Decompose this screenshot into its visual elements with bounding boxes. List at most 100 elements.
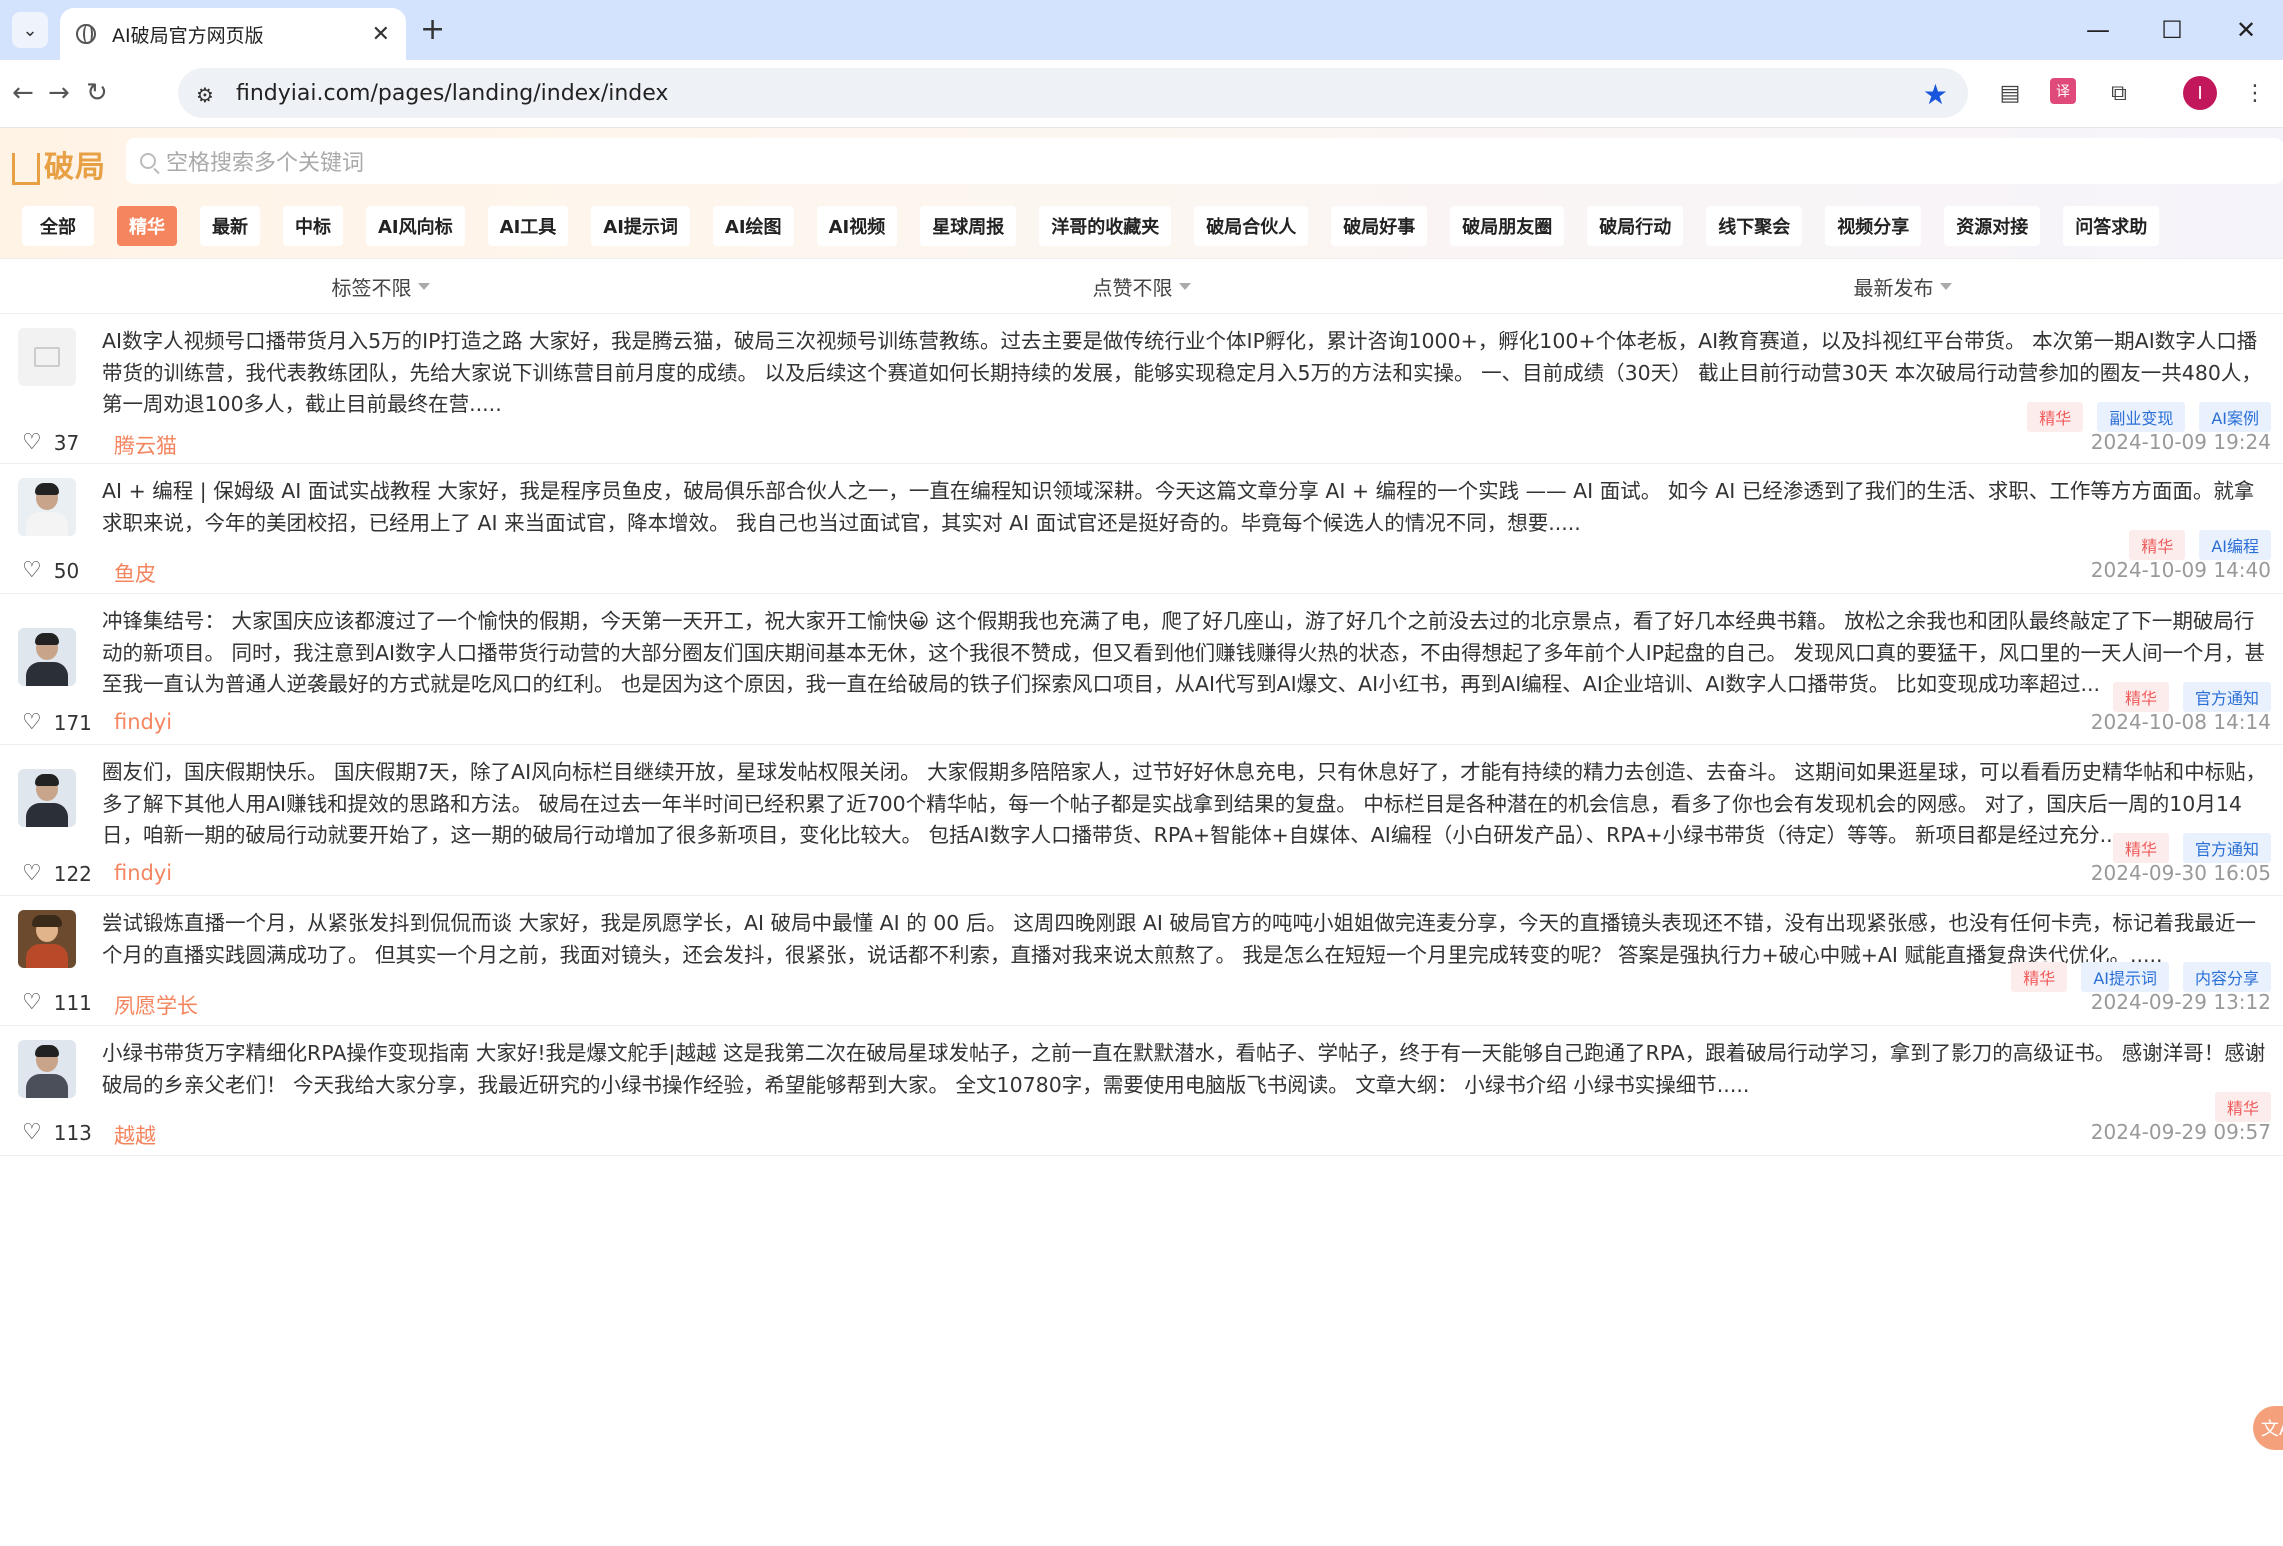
globe-icon — [76, 24, 96, 44]
category-tab[interactable]: 星球周报 — [920, 206, 1017, 246]
category-tab[interactable]: 视频分享 — [1825, 206, 1922, 246]
category-tab[interactable]: 线下聚会 — [1706, 206, 1803, 246]
post-date: 2024-09-29 09:57 — [2090, 1120, 2271, 1144]
page-header: 破局 空格搜索多个关键词 全部 精华 最新 中标 AI风向标 AI工具 AI提示词 AI绘图 A… — [0, 128, 2283, 258]
like-button[interactable]: ♡ 111 — [22, 990, 92, 1015]
category-tab[interactable]: AI视频 — [816, 206, 898, 246]
post-tag[interactable]: 精华 — [2129, 530, 2186, 560]
author-name[interactable]: 腾云猫 — [114, 430, 177, 460]
post-excerpt[interactable]: 冲锋集结号： 大家国庆应该都渡过了一个愉快的假期，今天第一天开工，祝大家开工愉快… — [102, 606, 2271, 701]
translate-float-button[interactable]: 文A — [2253, 1406, 2283, 1450]
post-tag[interactable]: 精华 — [2214, 1092, 2271, 1122]
tab-search-button[interactable]: ⌄ — [12, 12, 48, 48]
category-tab[interactable]: 资源对接 — [1944, 206, 2041, 246]
post-tag[interactable]: 官方通知 — [2182, 833, 2271, 863]
post-tag[interactable]: 精华 — [2112, 682, 2169, 712]
more-menu-icon[interactable]: ⋮ — [2240, 78, 2270, 108]
likes-filter[interactable]: 点赞不限 — [761, 259, 1522, 313]
post-item[interactable]: AI + 编程 | 保姆级 AI 面试实战教程 大家好，我是程序员鱼皮，破局俱乐… — [0, 464, 2283, 594]
category-tab[interactable]: 破局好事 — [1331, 206, 1428, 246]
window-controls: — ☐ ✕ — [2061, 0, 2283, 60]
extensions-puzzle-icon[interactable]: ⧉ — [2104, 78, 2134, 108]
close-tab-icon[interactable]: ✕ — [372, 22, 390, 47]
close-window-icon[interactable]: ✕ — [2209, 0, 2283, 60]
reload-icon[interactable]: ↻ — [86, 78, 108, 108]
author-avatar[interactable] — [18, 328, 76, 386]
new-tab-button[interactable]: + — [420, 12, 445, 48]
post-tag[interactable]: 精华 — [2011, 962, 2068, 992]
category-tab[interactable]: 最新 — [200, 206, 260, 246]
like-button[interactable]: ♡ 122 — [22, 861, 92, 886]
author-avatar[interactable] — [18, 478, 76, 536]
post-tag[interactable]: AI提示词 — [2081, 962, 2169, 992]
tag-filter[interactable]: 标签不限 — [0, 259, 761, 313]
forward-icon[interactable]: → — [48, 78, 70, 108]
logo-text: 破局 — [44, 150, 106, 185]
author-name[interactable]: findyi — [114, 710, 172, 734]
like-button[interactable]: ♡ 113 — [22, 1120, 92, 1145]
translate-extension-icon[interactable]: 译 — [2050, 78, 2076, 104]
category-tab[interactable]: AI风向标 — [366, 206, 465, 246]
author-name[interactable]: 夙愿学长 — [114, 990, 198, 1020]
post-excerpt[interactable]: 尝试锻炼直播一个月，从紧张发抖到侃侃而谈 大家好，我是夙愿学长，AI 破局中最懂… — [102, 908, 2271, 971]
avatar-photo — [18, 769, 76, 827]
browser-tab-bar: ⌄ AI破局官方网页版 ✕ + — ☐ ✕ — [0, 0, 2283, 60]
post-item[interactable]: AI数字人视频号口播带货月入5万的IP打造之路 大家好，我是腾云猫，破局三次视频… — [0, 314, 2283, 464]
post-tag[interactable]: AI编程 — [2199, 530, 2271, 560]
category-tab[interactable]: 中标 — [283, 206, 343, 246]
post-excerpt[interactable]: 小绿书带货万字精细化RPA操作变现指南 大家好!我是爆文舵手|越越 这是我第二次… — [102, 1038, 2271, 1101]
post-tag[interactable]: AI案例 — [2199, 402, 2271, 432]
post-item[interactable]: 小绿书带货万字精细化RPA操作变现指南 大家好!我是爆文舵手|越越 这是我第二次… — [0, 1026, 2283, 1156]
sort-filter[interactable]: 最新发布 — [1522, 259, 2283, 313]
author-avatar[interactable] — [18, 769, 76, 827]
author-avatar[interactable] — [18, 628, 76, 686]
filter-bar: 标签不限 点赞不限 最新发布 — [0, 258, 2283, 314]
reading-list-icon[interactable]: ▤ — [1995, 78, 2025, 108]
category-tab[interactable]: AI工具 — [487, 206, 569, 246]
category-tab[interactable]: 破局合伙人 — [1194, 206, 1309, 246]
site-info-icon[interactable]: ⚙ — [196, 83, 218, 107]
post-tags: 精华 官方通知 — [2112, 833, 2271, 863]
logo[interactable]: 破局 — [12, 142, 106, 186]
category-tab[interactable]: AI绘图 — [712, 206, 794, 246]
like-count: 113 — [53, 1120, 92, 1145]
post-item[interactable]: 圈友们，国庆假期快乐。 国庆假期7天，除了AI风向标栏目继续开放，星球发帖权限关… — [0, 745, 2283, 896]
like-button[interactable]: ♡ 171 — [22, 710, 92, 735]
author-avatar[interactable] — [18, 1040, 76, 1098]
category-tab[interactable]: 问答求助 — [2063, 206, 2160, 246]
author-name[interactable]: 鱼皮 — [114, 558, 156, 588]
post-excerpt[interactable]: AI数字人视频号口播带货月入5万的IP打造之路 大家好，我是腾云猫，破局三次视频… — [102, 326, 2271, 421]
logo-mark-icon — [12, 152, 40, 185]
author-name[interactable]: 越越 — [114, 1120, 156, 1150]
search-placeholder: 空格搜索多个关键词 — [166, 151, 365, 176]
bookmark-star-icon[interactable]: ★ — [1923, 78, 1948, 111]
category-tab[interactable]: 破局行动 — [1587, 206, 1684, 246]
author-avatar[interactable] — [18, 910, 76, 968]
heart-icon: ♡ — [22, 710, 42, 735]
back-icon[interactable]: ← — [12, 78, 34, 108]
post-tag[interactable]: 精华 — [2027, 402, 2084, 432]
post-excerpt[interactable]: 圈友们，国庆假期快乐。 国庆假期7天，除了AI风向标栏目继续开放，星球发帖权限关… — [102, 757, 2271, 852]
search-input[interactable]: 空格搜索多个关键词 — [126, 138, 2283, 184]
browser-tab[interactable]: AI破局官方网页版 ✕ — [60, 8, 406, 60]
like-button[interactable]: ♡ 50 — [22, 558, 79, 583]
profile-avatar[interactable]: I — [2183, 76, 2217, 110]
minimize-icon[interactable]: — — [2061, 0, 2135, 60]
url-omnibox[interactable]: ⚙ findyiai.com/pages/landing/index/index… — [178, 68, 1968, 118]
maximize-icon[interactable]: ☐ — [2135, 0, 2209, 60]
like-button[interactable]: ♡ 37 — [22, 430, 79, 455]
author-name[interactable]: findyi — [114, 861, 172, 885]
post-excerpt[interactable]: AI + 编程 | 保姆级 AI 面试实战教程 大家好，我是程序员鱼皮，破局俱乐… — [102, 476, 2271, 539]
category-tab[interactable]: 破局朋友圈 — [1450, 206, 1565, 246]
post-tag[interactable]: 精华 — [2112, 833, 2169, 863]
like-count: 50 — [53, 558, 80, 583]
post-tag[interactable]: 内容分享 — [2182, 962, 2271, 992]
post-item[interactable]: 尝试锻炼直播一个月，从紧张发抖到侃侃而谈 大家好，我是夙愿学长，AI 破局中最懂… — [0, 896, 2283, 1026]
post-tag[interactable]: 官方通知 — [2182, 682, 2271, 712]
category-tab[interactable]: 精华 — [117, 206, 177, 246]
category-tab[interactable]: 洋哥的收藏夹 — [1039, 206, 1172, 246]
post-tag[interactable]: 副业变现 — [2097, 402, 2186, 432]
category-tab[interactable]: 全部 — [22, 206, 94, 246]
category-tab[interactable]: AI提示词 — [591, 206, 690, 246]
post-item[interactable]: 冲锋集结号： 大家国庆应该都渡过了一个愉快的假期，今天第一天开工，祝大家开工愉快… — [0, 594, 2283, 745]
